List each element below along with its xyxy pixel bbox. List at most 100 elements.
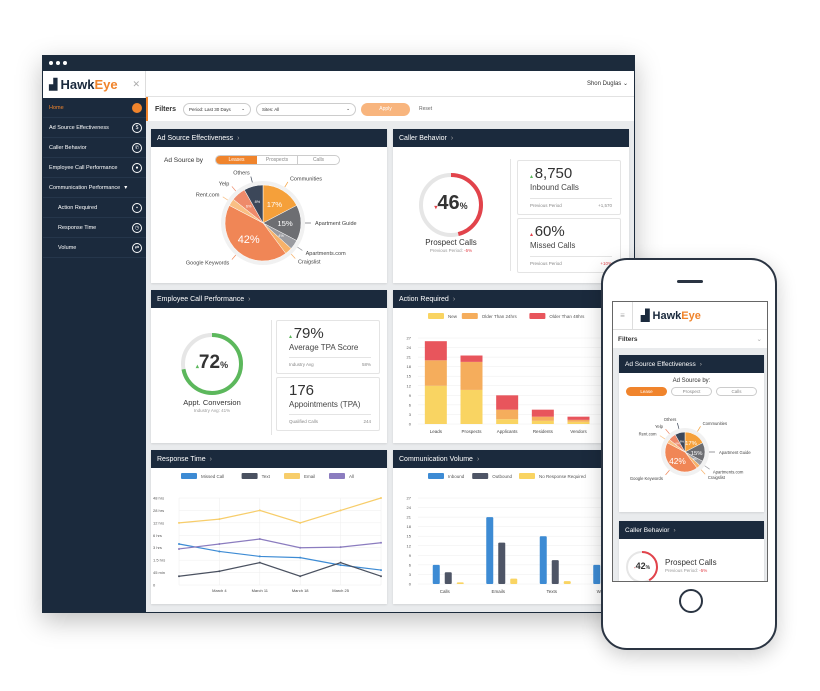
ad-source-pie-chart: 17%Communities15% Apartment Guide4%Apartm… bbox=[186, 171, 357, 267]
data-point bbox=[258, 555, 261, 558]
sidebar-item[interactable]: Home ⌂ bbox=[43, 98, 146, 118]
bar-segment bbox=[531, 409, 554, 417]
appointments-stat: 176 Appointments (TPA) Qualified Calls 24… bbox=[276, 377, 380, 431]
window-dot[interactable] bbox=[56, 61, 60, 65]
y-tick-label: 12 bbox=[407, 383, 412, 388]
bar bbox=[593, 564, 601, 584]
bar bbox=[510, 578, 518, 584]
chevron-right-icon: › bbox=[452, 295, 456, 303]
mobile-prospect-prev: Previous Period: -5% bbox=[665, 568, 708, 573]
sidebar-item[interactable]: Employee Call Performance ● bbox=[43, 158, 146, 178]
card-title: Caller Behavior bbox=[399, 134, 447, 142]
card-header[interactable]: Employee Call Performance › bbox=[151, 290, 387, 308]
sidebar-item[interactable]: Caller Behavior ✆ bbox=[43, 138, 146, 158]
tab-leases[interactable]: Leases bbox=[216, 156, 257, 164]
pie-legend-label: Rent.com bbox=[639, 431, 657, 436]
series-line bbox=[178, 561, 382, 577]
card-header[interactable]: Ad Source Effectiveness › bbox=[619, 355, 764, 373]
card-title: Communication Volume bbox=[399, 455, 473, 463]
dollar-icon: $ bbox=[132, 122, 142, 133]
hawk-logo-icon: ▟ bbox=[49, 79, 58, 91]
reset-button[interactable]: Reset bbox=[419, 106, 432, 112]
logo[interactable]: ▟ HawkEye ✕ bbox=[43, 71, 146, 98]
card-header[interactable]: Ad Source Effectiveness › bbox=[151, 129, 387, 147]
data-point bbox=[380, 575, 382, 578]
pie-leader-line bbox=[697, 426, 701, 432]
card-header[interactable]: Response Time › bbox=[151, 450, 387, 468]
pie-leader-line bbox=[665, 428, 670, 434]
sidebar-item[interactable]: Ad Source Effectiveness $ bbox=[43, 118, 146, 138]
tab-calls[interactable]: Calls bbox=[298, 156, 339, 164]
tab-lease[interactable]: Lease bbox=[626, 387, 667, 396]
pie-legend-label: Others bbox=[664, 417, 677, 422]
legend-label: Inbound bbox=[448, 474, 465, 479]
data-point bbox=[178, 547, 180, 550]
prospect-calls-label: Prospect Calls bbox=[425, 238, 477, 247]
sidebar-item[interactable]: Response Time ◷ bbox=[43, 218, 146, 238]
inbound-calls-value: ▴ 8,750 bbox=[530, 165, 573, 182]
mobile-caller-behavior-card: Caller Behavior › -42% Prospect Calls Pre… bbox=[619, 521, 764, 581]
card-header[interactable]: Action Required › bbox=[393, 290, 636, 308]
sidebar-item[interactable]: Communication Performance ▾ bbox=[43, 178, 146, 198]
card-header[interactable]: Communication Volume › bbox=[393, 450, 636, 468]
card-title: Response Time bbox=[157, 455, 206, 463]
bar-segment bbox=[567, 421, 590, 424]
pie-legend-label: Communities bbox=[290, 177, 322, 183]
bar bbox=[551, 560, 559, 584]
x-tick-label: Vendors bbox=[570, 429, 587, 434]
mobile-logo: ▟ HawkEye bbox=[641, 310, 701, 322]
communication-volume-chart: Inbound Outbound No Response Required 0 3 6 9 1… bbox=[407, 473, 632, 594]
mobile-phone: ≡ ▟ HawkEye Filters ⌄ Ad Source Effective… bbox=[601, 258, 777, 650]
hamburger-menu-icon[interactable]: ≡ bbox=[613, 302, 633, 329]
chevron-right-icon: › bbox=[450, 134, 454, 142]
top-bar: Shon Duglas ⌄ bbox=[146, 71, 634, 97]
y-tick-label: 12 hrs bbox=[153, 520, 164, 525]
mobile-filters[interactable]: Filters ⌄ bbox=[613, 330, 767, 348]
home-button[interactable] bbox=[679, 589, 703, 613]
legend-label: New bbox=[448, 314, 458, 319]
data-point bbox=[380, 541, 382, 544]
close-sidebar-icon[interactable]: ✕ bbox=[132, 79, 140, 90]
bar-segment bbox=[460, 355, 483, 362]
pie-leader-line bbox=[700, 469, 706, 475]
card-header[interactable]: Caller Behavior › bbox=[619, 521, 764, 539]
sidebar-item[interactable]: Action Required ▪ bbox=[43, 198, 146, 218]
bar-segment bbox=[460, 389, 483, 424]
sidebar-item[interactable]: Volume ⇄ bbox=[43, 238, 146, 258]
y-tick-label: 27 bbox=[407, 496, 412, 501]
card-header[interactable]: Caller Behavior › bbox=[393, 129, 629, 147]
legend-swatch bbox=[529, 313, 546, 319]
sites-select[interactable]: Sites: All ⌄ bbox=[256, 102, 357, 116]
data-point bbox=[339, 564, 342, 567]
card-title: Caller Behavior bbox=[625, 526, 670, 534]
tab-calls[interactable]: Calls bbox=[716, 387, 757, 396]
apply-button[interactable]: Apply bbox=[361, 102, 411, 116]
legend-label: Outbound bbox=[492, 474, 512, 479]
action-required-chart: New Older Than 24hrs Older Than 48hrs 0 3 6 9 1… bbox=[407, 313, 632, 434]
chevron-right-icon: › bbox=[673, 526, 676, 534]
y-tick-label: 15 bbox=[407, 374, 412, 379]
y-tick-label: 12 bbox=[407, 543, 412, 548]
legend-swatch bbox=[284, 473, 300, 479]
bar-segment bbox=[424, 360, 447, 386]
period-select[interactable]: Period: Last 30 Days ⌄ bbox=[183, 102, 252, 116]
tab-prospects[interactable]: Prospects bbox=[257, 156, 298, 164]
pie-slice-label: 8% bbox=[255, 200, 261, 204]
window-dot[interactable] bbox=[49, 61, 53, 65]
tpa-score-label: Average TPA Score bbox=[289, 343, 359, 352]
y-tick-label: 45 min bbox=[153, 570, 165, 575]
pie-legend-label: Google Keywords bbox=[630, 476, 663, 481]
pie-legend-label: Apartments.com bbox=[306, 251, 346, 257]
sidebar-item-label: Volume bbox=[58, 244, 77, 251]
window-dot[interactable] bbox=[63, 61, 67, 65]
legend-swatch bbox=[519, 473, 535, 479]
y-tick-label: 9 bbox=[409, 393, 412, 398]
sidebar: ▟ HawkEye ✕ Home ⌂ Ad Source Effectiveness… bbox=[43, 71, 146, 612]
tab-prospect[interactable]: Prospect bbox=[671, 387, 712, 396]
data-point bbox=[299, 575, 302, 578]
data-point bbox=[218, 518, 221, 521]
user-menu[interactable]: Shon Duglas ⌄ bbox=[587, 80, 628, 87]
pie-legend-label: Google Keywords bbox=[186, 261, 230, 267]
bar-segment bbox=[496, 419, 519, 424]
pie-leader-line bbox=[297, 246, 303, 251]
